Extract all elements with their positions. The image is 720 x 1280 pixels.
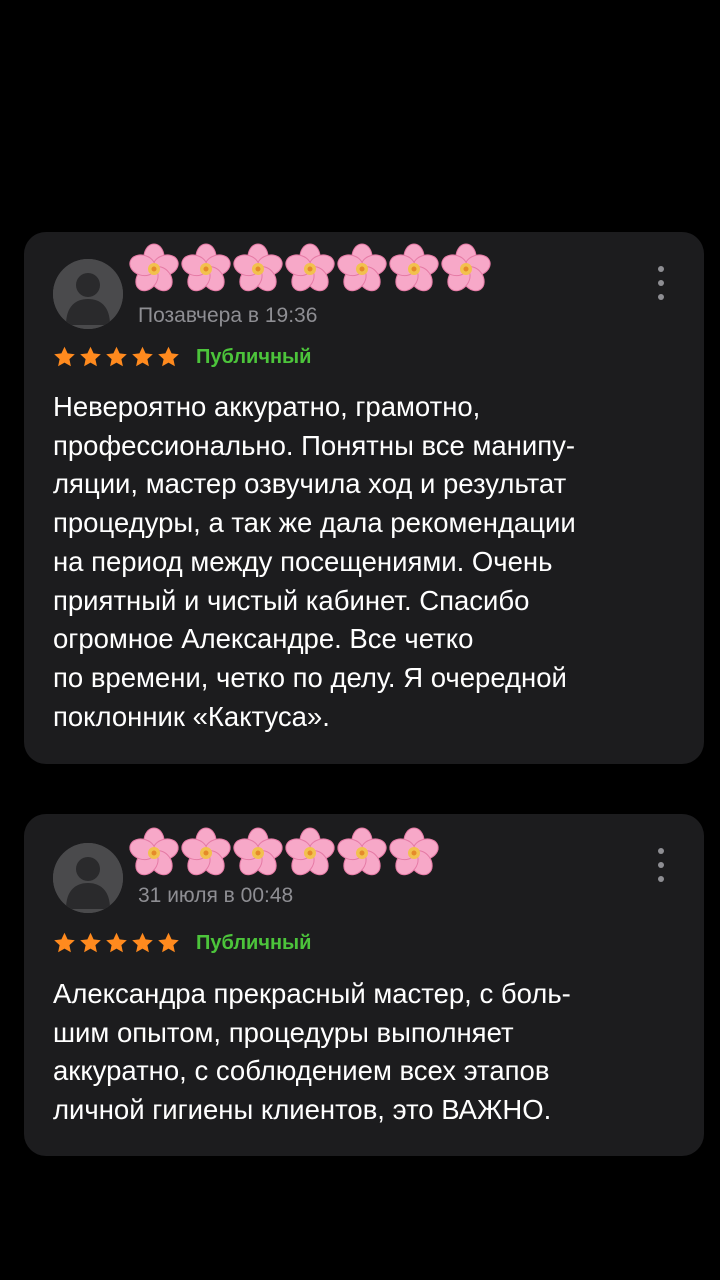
review-text-line: личной гигиены клиентов, это ВАЖНО. xyxy=(53,1094,552,1126)
review-card: Позавчера в 19:36 Публичный Невероятно а… xyxy=(24,232,704,764)
flower-icon xyxy=(181,827,231,876)
review-text-line: поклонник «Кактуса». xyxy=(53,700,330,732)
flower-icon xyxy=(181,243,231,292)
star-icon xyxy=(132,932,153,953)
star-icon xyxy=(106,932,127,953)
flower-icon xyxy=(337,243,387,292)
flower-icon xyxy=(233,243,283,292)
review-text: Александра прекрасный мастер, с боль- ши… xyxy=(53,975,683,1130)
user-placeholder-icon xyxy=(53,259,123,329)
star-icon xyxy=(106,346,127,367)
star-icon xyxy=(158,346,179,367)
star-icon xyxy=(158,932,179,953)
visibility-status: Публичный xyxy=(196,345,312,368)
visibility-status: Публичный xyxy=(196,931,312,954)
review-date: Позавчера в 19:36 xyxy=(138,304,318,327)
flower-icon xyxy=(285,827,335,876)
flower-icon xyxy=(441,243,491,292)
flower-icon xyxy=(129,827,179,876)
avatar[interactable] xyxy=(53,843,123,913)
author-name-emoji xyxy=(128,824,440,882)
review-text-line: по времени, четко по делу. Я очередной xyxy=(53,661,567,693)
review-text-line: шим опытом, процедуры выполняет xyxy=(53,1016,514,1048)
star-icon xyxy=(132,346,153,367)
review-text-line: профессионально. Понятны все манипу- xyxy=(53,429,576,461)
flower-icon xyxy=(337,827,387,876)
review-text-line: на период между посещениями. Очень xyxy=(53,545,553,577)
avatar[interactable] xyxy=(53,259,123,329)
star-rating xyxy=(52,345,181,369)
star-icon xyxy=(80,346,101,367)
review-text-line: процедуры, а так же дала рекомендации xyxy=(53,507,576,539)
star-rating xyxy=(52,931,181,955)
review-text: Невероятно аккуратно, грамотно, професси… xyxy=(53,388,683,736)
review-text-line: Александра прекрасный мастер, с боль- xyxy=(53,978,571,1009)
review-date: 31 июля в 00:48 xyxy=(138,884,294,907)
flower-icon xyxy=(285,243,335,292)
flower-icon xyxy=(389,243,439,292)
rating-row: Публичный xyxy=(52,931,311,955)
star-icon xyxy=(54,932,75,953)
flower-icon xyxy=(129,243,179,292)
review-text-line: Невероятно аккуратно, грамотно, xyxy=(53,391,481,422)
flower-icon xyxy=(389,827,439,876)
review-card: 31 июля в 00:48 Публичный Александра пре… xyxy=(24,814,704,1156)
author-name-emoji xyxy=(128,240,492,298)
more-options-icon[interactable] xyxy=(656,848,666,882)
star-icon xyxy=(80,932,101,953)
flower-icon xyxy=(233,827,283,876)
user-placeholder-icon xyxy=(53,843,123,913)
review-text-line: аккуратно, с соблюдением всех этапов xyxy=(53,1055,550,1087)
review-text-line: огромное Александре. Все четко xyxy=(53,623,474,655)
star-icon xyxy=(54,346,75,367)
review-text-line: ляции, мастер озвучила ход и результат xyxy=(53,468,567,500)
review-text-line: приятный и чистый кабинет. Спасибо xyxy=(53,584,530,616)
rating-row: Публичный xyxy=(52,345,311,369)
more-options-icon[interactable] xyxy=(656,266,666,300)
